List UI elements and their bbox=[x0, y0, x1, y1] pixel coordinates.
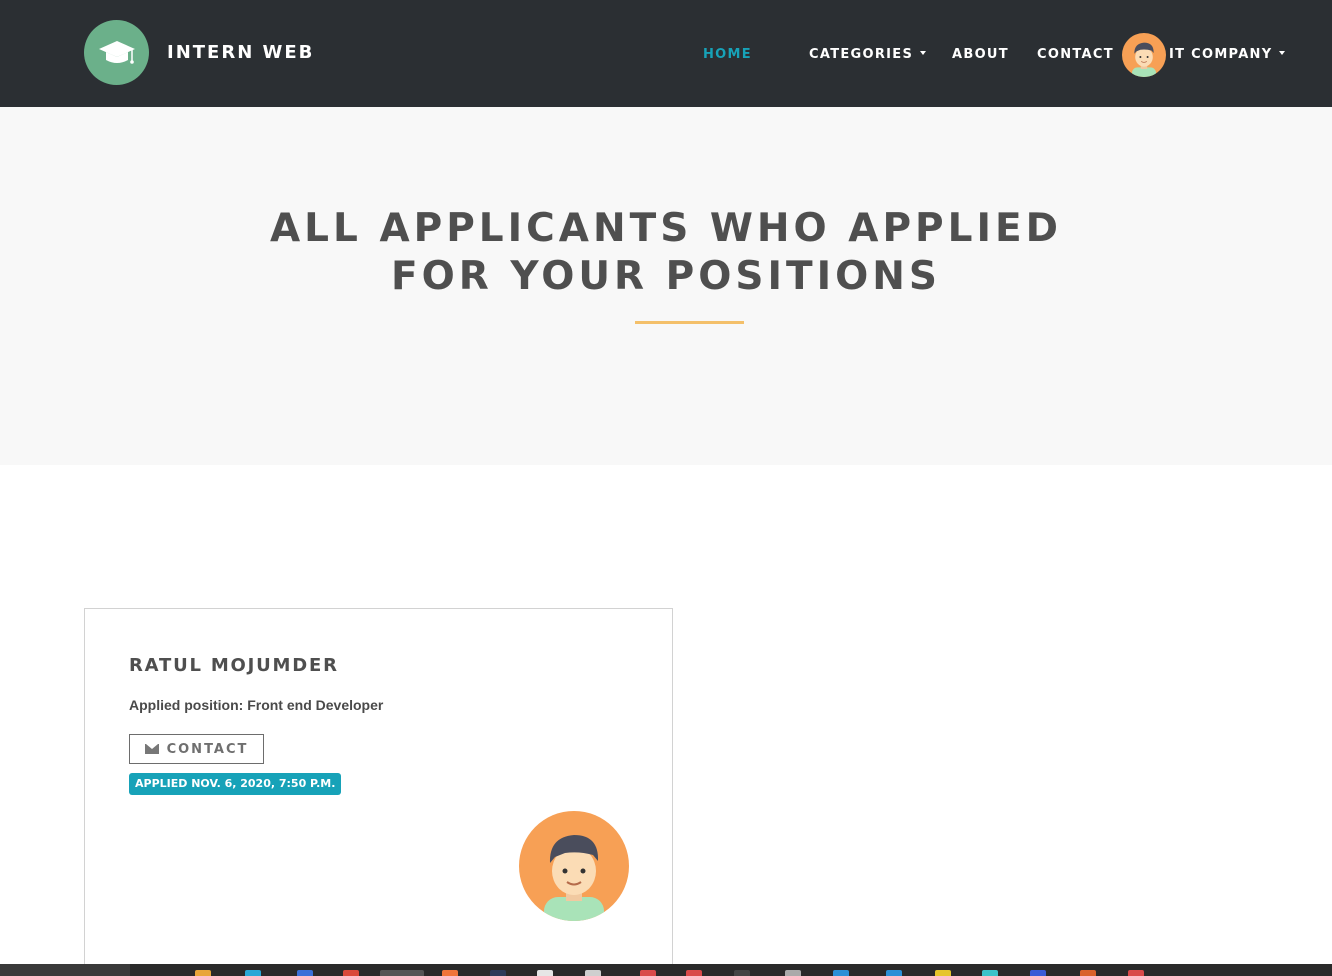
brand[interactable]: INTERN WEB bbox=[84, 20, 314, 85]
applicant-name: RATUL MOJUMDER bbox=[129, 655, 339, 676]
title-underline bbox=[635, 321, 744, 324]
applied-position: Applied position: Front end Developer bbox=[129, 697, 384, 713]
taskbar-app-icon[interactable] bbox=[490, 970, 506, 976]
taskbar-app-icon[interactable] bbox=[1128, 970, 1144, 976]
taskbar-app-icon[interactable] bbox=[640, 970, 656, 976]
taskbar-app-icon[interactable] bbox=[195, 970, 211, 976]
applicant-card: RATUL MOJUMDER Applied position: Front e… bbox=[84, 608, 673, 976]
envelope-icon bbox=[144, 744, 159, 754]
taskbar-app-icon[interactable] bbox=[886, 970, 902, 976]
user-avatar-icon[interactable] bbox=[1122, 33, 1166, 77]
applicant-avatar bbox=[519, 811, 629, 921]
taskbar-app-icon[interactable] bbox=[982, 970, 998, 976]
contact-button-label: CONTACT bbox=[166, 741, 249, 757]
taskbar-app-icon[interactable] bbox=[297, 970, 313, 976]
taskbar-app-icon[interactable] bbox=[380, 970, 424, 976]
nav-categories-dropdown[interactable]: CATEGORIES bbox=[809, 47, 927, 62]
nav-account-dropdown[interactable]: IT COMPANY bbox=[1169, 47, 1286, 62]
taskbar-app-icon[interactable] bbox=[1030, 970, 1046, 976]
page-title: ALL APPLICANTS WHO APPLIED FOR YOUR POSI… bbox=[0, 205, 1332, 301]
graduation-cap-icon bbox=[84, 20, 149, 85]
taskbar-app-icon[interactable] bbox=[686, 970, 702, 976]
nav-contact-link[interactable]: CONTACT bbox=[1037, 47, 1114, 62]
taskbar-app-icon[interactable] bbox=[343, 970, 359, 976]
taskbar-app-icon[interactable] bbox=[935, 970, 951, 976]
brand-name: INTERN WEB bbox=[167, 42, 315, 63]
applied-date-badge: APPLIED NOV. 6, 2020, 7:50 P.M. bbox=[129, 773, 342, 795]
page-title-line-1: ALL APPLICANTS WHO APPLIED bbox=[269, 206, 1062, 251]
os-taskbar bbox=[0, 964, 1332, 976]
nav-about-link[interactable]: ABOUT bbox=[952, 47, 1009, 62]
taskbar-app-icon[interactable] bbox=[833, 970, 849, 976]
taskbar-app-icon[interactable] bbox=[537, 970, 553, 976]
taskbar-app-icon[interactable] bbox=[442, 970, 458, 976]
nav-categories-label: CATEGORIES bbox=[809, 47, 914, 62]
page-title-line-2: FOR YOUR POSITIONS bbox=[390, 254, 942, 299]
taskbar-search[interactable] bbox=[0, 964, 130, 976]
taskbar-app-icon[interactable] bbox=[245, 970, 261, 976]
nav-account-label: IT COMPANY bbox=[1169, 47, 1273, 62]
chevron-down-icon bbox=[920, 51, 927, 55]
page-header: ALL APPLICANTS WHO APPLIED FOR YOUR POSI… bbox=[0, 107, 1332, 465]
taskbar-app-icon[interactable] bbox=[1080, 970, 1096, 976]
taskbar-app-icon[interactable] bbox=[585, 970, 601, 976]
chevron-down-icon bbox=[1279, 51, 1286, 55]
navbar: INTERN WEB HOME CATEGORIES ABOUT CONTACT… bbox=[0, 0, 1332, 107]
taskbar-app-icon[interactable] bbox=[785, 970, 801, 976]
nav-home-link[interactable]: HOME bbox=[703, 47, 752, 62]
contact-button[interactable]: CONTACT bbox=[129, 734, 264, 764]
taskbar-app-icon[interactable] bbox=[734, 970, 750, 976]
